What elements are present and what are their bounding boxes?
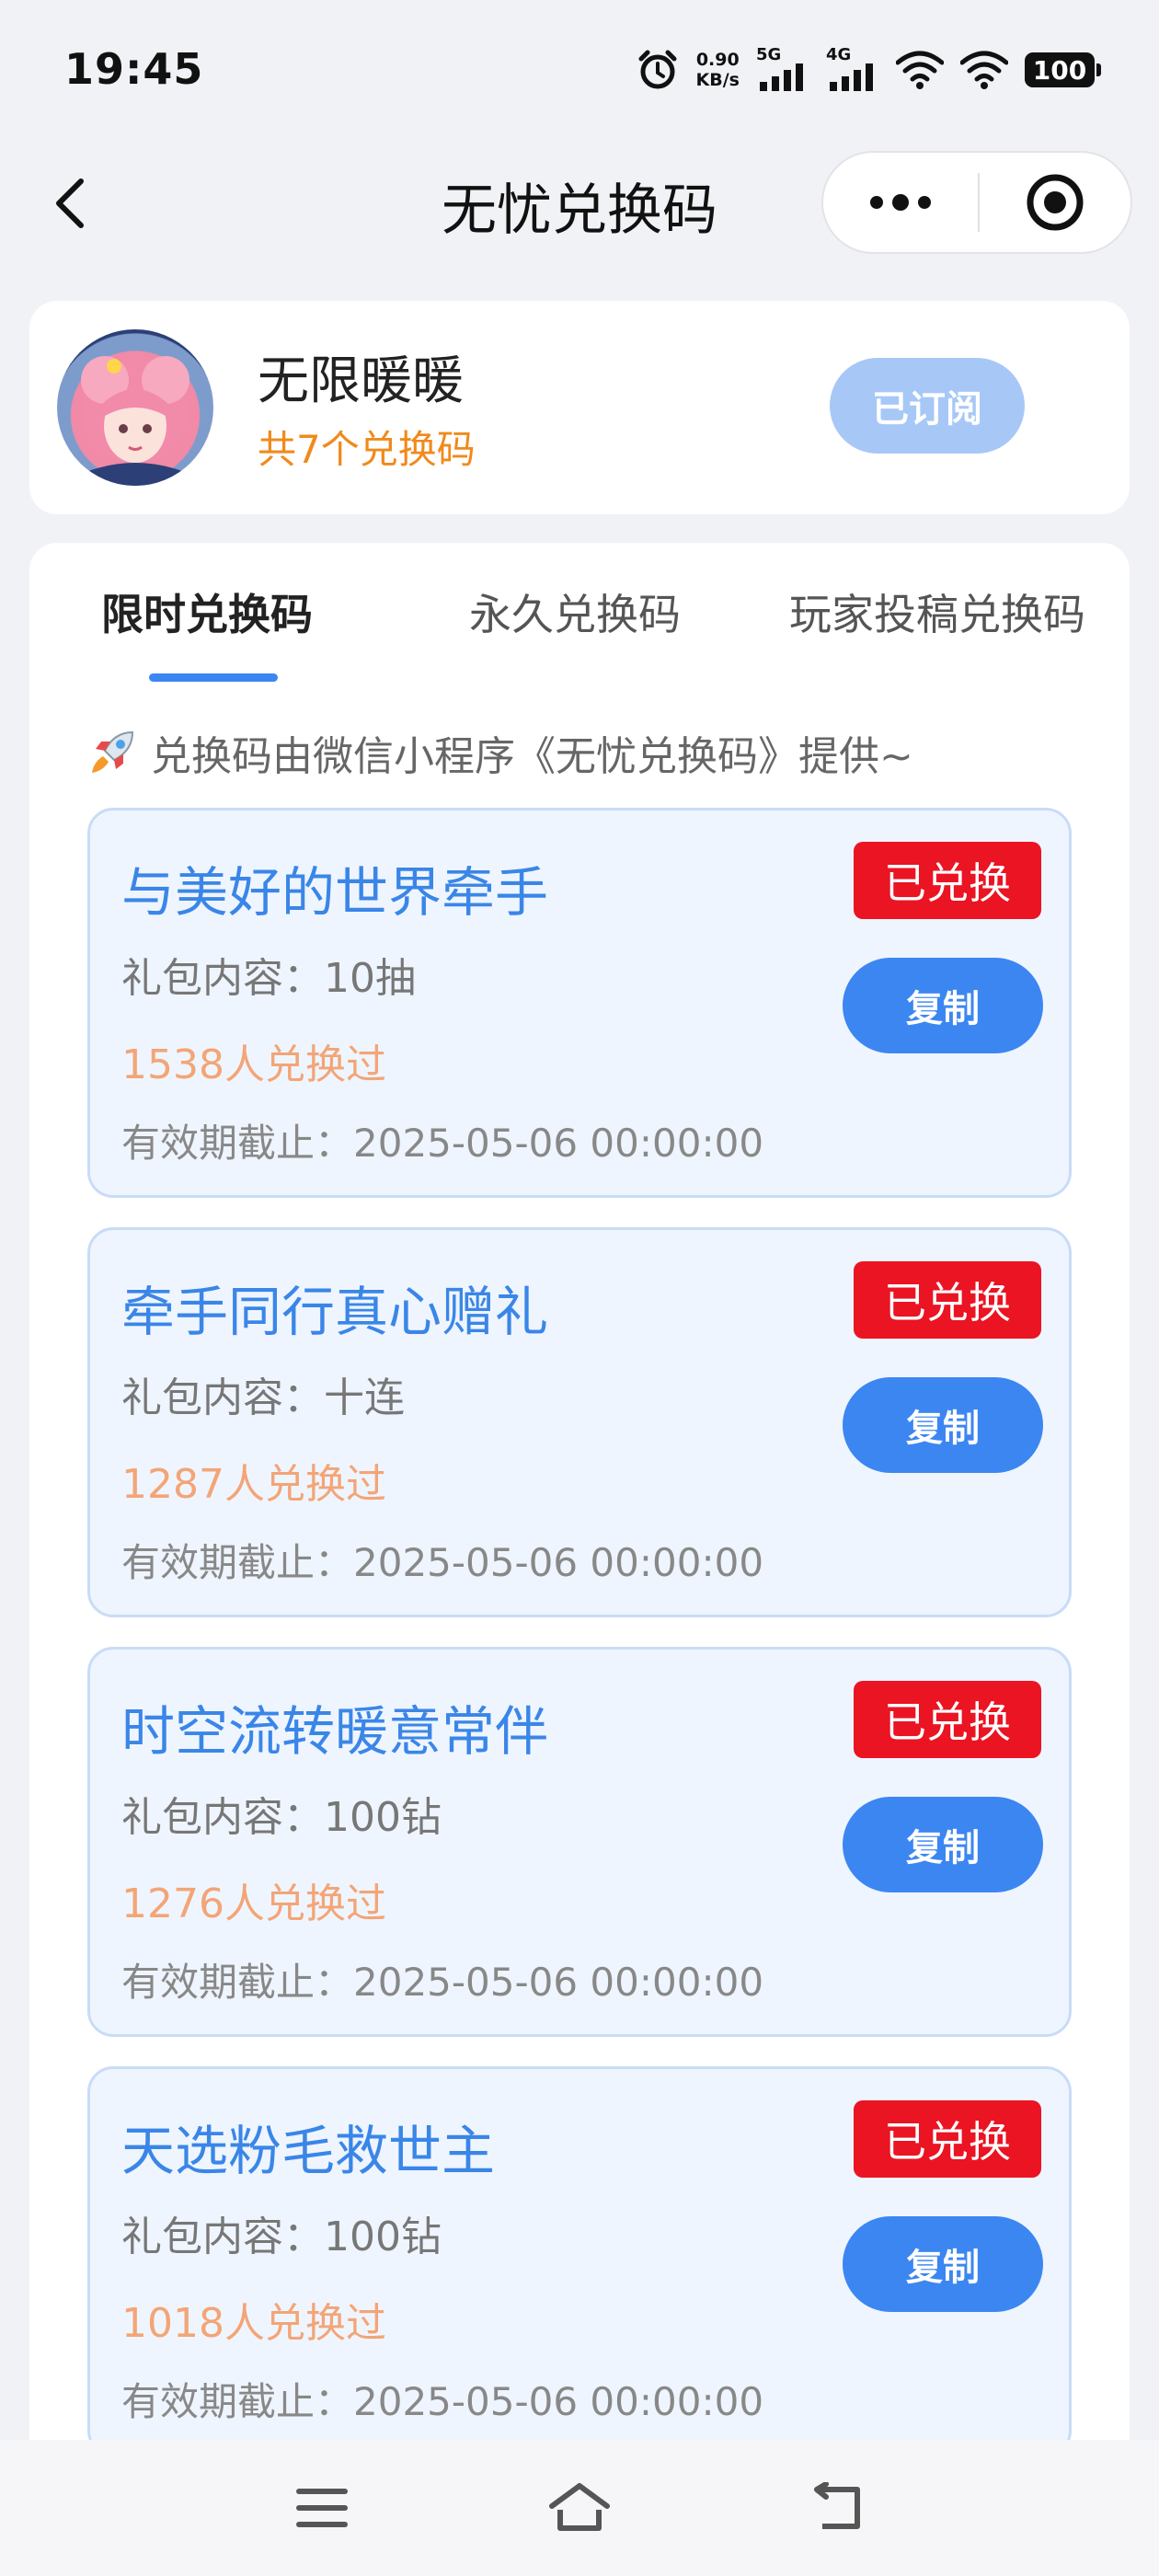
code-card: 牵手同行真心赠礼 礼包内容：十连 1287人兑换过 有效期截止：2025-05-…: [87, 1227, 1072, 1617]
close-target-icon: [1027, 174, 1084, 231]
nav-bar: 无忧兑换码: [0, 138, 1159, 271]
battery-indicator: 100: [1025, 52, 1101, 87]
network-speed: 0.90 KB/s: [695, 50, 740, 90]
redeemed-count: 1538人兑换过: [121, 1041, 386, 1088]
menu-icon: [296, 2489, 348, 2527]
status-bar: 19:45 0.90 KB/s 5G 4G 100: [0, 0, 1159, 138]
redeemed-badge: 已兑换: [854, 1681, 1041, 1758]
expiry-date: 有效期截止：2025-05-06 00:00:00: [121, 1960, 764, 2005]
wifi-icon: [896, 51, 944, 89]
notice: 兑换码由微信小程序《无忧兑换码》提供~: [86, 723, 913, 782]
profile-card: 无限暖暖 共7个兑换码 已订阅: [29, 301, 1130, 514]
redeemed-badge: 已兑换: [854, 1261, 1041, 1339]
return-icon: [814, 2482, 860, 2529]
signal-5g: 5G: [756, 45, 809, 91]
code-card: 时空流转暖意常伴 礼包内容：100钻 1276人兑换过 有效期截止：2025-0…: [87, 1647, 1072, 2037]
gift-content: 礼包内容：十连: [121, 1374, 405, 1421]
status-icons: 0.90 KB/s 5G 4G 100: [636, 44, 1101, 96]
gift-content: 礼包内容：10抽: [121, 955, 416, 1002]
signal-icon: [830, 63, 873, 91]
code-card: 与美好的世界牵手 礼包内容：10抽 1538人兑换过 有效期截止：2025-05…: [87, 808, 1072, 1198]
code-title: 与美好的世界牵手: [121, 861, 549, 924]
redeemed-count: 1018人兑换过: [121, 2300, 386, 2347]
status-time: 19:45: [64, 44, 204, 94]
copy-button[interactable]: 复制: [843, 1377, 1043, 1473]
more-button[interactable]: [823, 153, 978, 252]
copy-button[interactable]: 复制: [843, 958, 1043, 1053]
redeemed-count: 1276人兑换过: [121, 1880, 386, 1927]
code-card: 天选粉毛救世主 礼包内容：100钻 1018人兑换过 有效期截止：2025-05…: [87, 2066, 1072, 2456]
avatar: [57, 329, 213, 486]
wifi-icon: [960, 51, 1008, 89]
redeemed-badge: 已兑换: [854, 2100, 1041, 2178]
system-nav-bar: [0, 2440, 1159, 2576]
tab-permanent-codes[interactable]: 永久兑换码: [469, 581, 681, 642]
menu-button[interactable]: [285, 2471, 359, 2545]
return-button[interactable]: [800, 2471, 874, 2545]
redeemed-badge: 已兑换: [854, 842, 1041, 919]
signal-icon: [760, 63, 803, 91]
expiry-date: 有效期截止：2025-05-06 00:00:00: [121, 2379, 764, 2424]
tab-limited-codes[interactable]: 限时兑换码: [101, 581, 313, 642]
redeemed-count: 1287人兑换过: [121, 1461, 386, 1508]
code-count: 共7个兑换码: [258, 427, 476, 472]
home-icon: [549, 2483, 610, 2531]
code-title: 牵手同行真心赠礼: [121, 1281, 549, 1343]
tab-player-submitted-codes[interactable]: 玩家投稿兑换码: [789, 581, 1085, 642]
signal-4g: 4G: [826, 45, 879, 91]
rocket-icon: [92, 730, 134, 773]
alarm-icon: [636, 48, 680, 92]
expiry-date: 有效期截止：2025-05-06 00:00:00: [121, 1540, 764, 1585]
code-title: 时空流转暖意常伴: [121, 1700, 549, 1763]
subscribed-button[interactable]: 已订阅: [830, 358, 1025, 454]
code-title: 天选粉毛救世主: [121, 2120, 496, 2182]
more-icon: [870, 196, 883, 209]
home-button[interactable]: [543, 2471, 616, 2545]
copy-button[interactable]: 复制: [843, 2216, 1043, 2312]
tab-underline: [149, 673, 278, 682]
gift-content: 礼包内容：100钻: [121, 2214, 442, 2260]
copy-button[interactable]: 复制: [843, 1797, 1043, 1892]
notice-text: 兑换码由微信小程序《无忧兑换码》提供~: [151, 733, 913, 780]
mini-program-capsule: [821, 151, 1132, 254]
gift-content: 礼包内容：100钻: [121, 1794, 442, 1841]
close-button[interactable]: [980, 153, 1130, 252]
profile-name: 无限暖暖: [258, 351, 464, 411]
expiry-date: 有效期截止：2025-05-06 00:00:00: [121, 1121, 764, 1166]
